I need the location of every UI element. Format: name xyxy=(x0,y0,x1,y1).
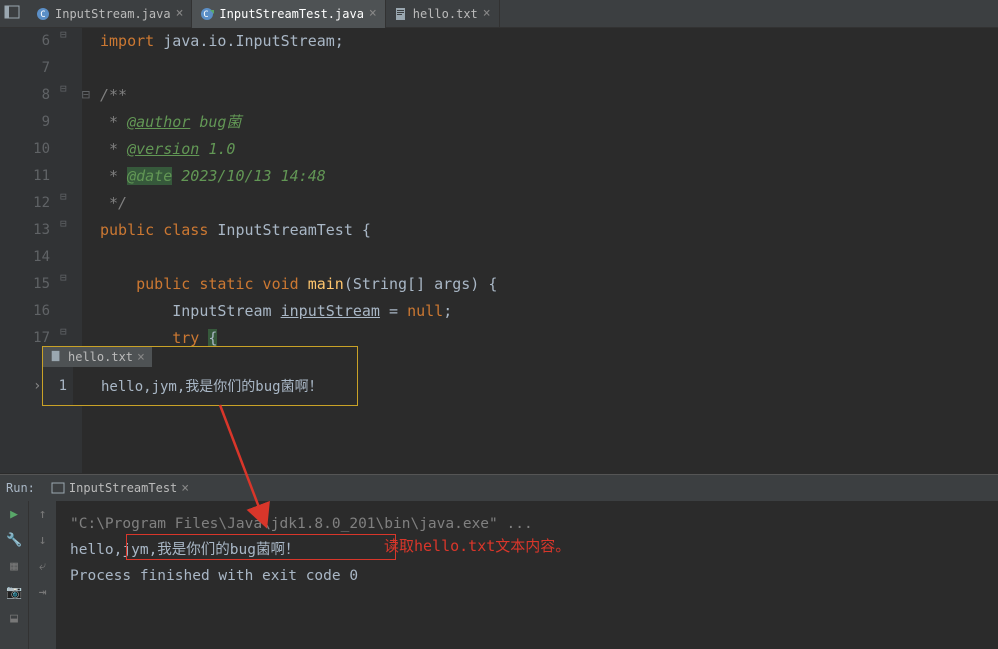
tab-inputstream-java[interactable]: C InputStream.java × xyxy=(28,0,192,28)
line-number: 15▶ xyxy=(0,271,50,298)
line-number: 10 xyxy=(0,136,50,163)
wrap-icon[interactable]: ⤶ xyxy=(35,559,51,575)
code-line: /** xyxy=(100,82,998,109)
file-icon xyxy=(394,7,408,21)
console-output[interactable]: "C:\Program Files\Java\jdk1.8.0_201\bin\… xyxy=(56,501,998,649)
file-icon xyxy=(50,350,64,364)
class-run-icon: C xyxy=(200,7,214,21)
run-config-tab[interactable]: InputStreamTest × xyxy=(43,478,197,499)
line-number: 12 xyxy=(0,190,50,217)
run-tool-window: Run: InputStreamTest × ▶ 🔧 ▦ 📷 ⬓ ↑ ↓ ⤶ ⇥… xyxy=(0,474,998,649)
run-config-name: InputStreamTest xyxy=(69,481,177,495)
code-line: * @author bug菌 xyxy=(100,109,998,136)
wrench-icon[interactable]: 🔧 xyxy=(6,533,22,549)
code-line: * @date 2023/10/13 14:48 xyxy=(100,163,998,190)
rerun-icon[interactable]: ▶ xyxy=(6,507,22,523)
fold-gutter: ⊟ ⊟ ⊟ ⊟ ⊟ ⊟ xyxy=(60,28,82,473)
popup-tab-label: hello.txt xyxy=(68,350,133,364)
close-icon[interactable]: × xyxy=(181,481,189,496)
popup-tab[interactable]: hello.txt × xyxy=(43,347,152,367)
line-number: 13▶ xyxy=(0,217,50,244)
close-icon[interactable]: × xyxy=(137,350,145,365)
line-gutter: 6 7 8⊟ 9 10 11 12 13▶ 14 15▶ 16 17 xyxy=(0,28,60,473)
run-toolbar-left: ▶ 🔧 ▦ 📷 ⬓ xyxy=(0,501,28,649)
line-number: 11 xyxy=(0,163,50,190)
tab-label: hello.txt xyxy=(413,7,478,21)
class-icon: C xyxy=(36,7,50,21)
annotation-text: 读取hello.txt文本内容。 xyxy=(384,535,570,556)
scroll-icon[interactable]: ⇥ xyxy=(35,585,51,601)
code-line: * @version 1.0 xyxy=(100,136,998,163)
run-toolbar-right: ↑ ↓ ⤶ ⇥ xyxy=(28,501,56,649)
up-icon[interactable]: ↑ xyxy=(35,507,51,523)
line-number: 9 xyxy=(0,109,50,136)
code-area[interactable]: import java.io.InputStream; /** * @autho… xyxy=(82,28,998,473)
line-number: 14 xyxy=(0,244,50,271)
unknown-icon[interactable]: ⬓ xyxy=(6,611,22,627)
run-label: Run: xyxy=(6,481,35,495)
code-line xyxy=(100,55,998,82)
console-line: Process finished with exit code 0 xyxy=(70,563,984,589)
tab-inputstreamtest-java[interactable]: C InputStreamTest.java × xyxy=(192,0,385,28)
tab-hello-txt[interactable]: hello.txt × xyxy=(386,0,500,28)
run-header: Run: InputStreamTest × xyxy=(0,475,998,501)
line-number: 8⊟ xyxy=(0,82,50,109)
code-line: import java.io.InputStream; xyxy=(100,28,998,55)
line-number: 16 xyxy=(0,298,50,325)
code-line xyxy=(100,244,998,271)
tab-label: InputStreamTest.java xyxy=(219,7,364,21)
code-line: */ xyxy=(100,190,998,217)
close-icon[interactable]: × xyxy=(369,6,377,21)
svg-text:C: C xyxy=(40,10,45,20)
down-icon[interactable]: ↓ xyxy=(35,533,51,549)
console-line: "C:\Program Files\Java\jdk1.8.0_201\bin\… xyxy=(70,511,984,537)
code-line: public static void main(String[] args) { xyxy=(100,271,998,298)
svg-text:C: C xyxy=(204,10,209,20)
popup-line-number: 1 xyxy=(43,367,73,405)
editor-popup-preview: hello.txt × 1 hello,jym,我是你们的bug菌啊！ xyxy=(42,346,358,406)
code-line: public class InputStreamTest { xyxy=(100,217,998,244)
line-number: 7 xyxy=(0,55,50,82)
code-editor[interactable]: 6 7 8⊟ 9 10 11 12 13▶ 14 15▶ 16 17 ⊟ ⊟ ⊟… xyxy=(0,28,998,473)
camera-icon[interactable]: 📷 xyxy=(6,585,22,601)
close-icon[interactable]: × xyxy=(176,6,184,21)
project-tool-icon[interactable] xyxy=(4,4,24,24)
tab-label: InputStream.java xyxy=(55,7,171,21)
editor-tabs: C InputStream.java × C InputStreamTest.j… xyxy=(0,0,998,28)
unknown-icon[interactable]: ▦ xyxy=(6,559,22,575)
line-number: 6 xyxy=(0,28,50,55)
popup-content: hello,jym,我是你们的bug菌啊！ xyxy=(73,376,323,396)
run-config-icon xyxy=(51,481,65,495)
close-icon[interactable]: × xyxy=(483,6,491,21)
code-line: InputStream inputStream = null; xyxy=(100,298,998,325)
